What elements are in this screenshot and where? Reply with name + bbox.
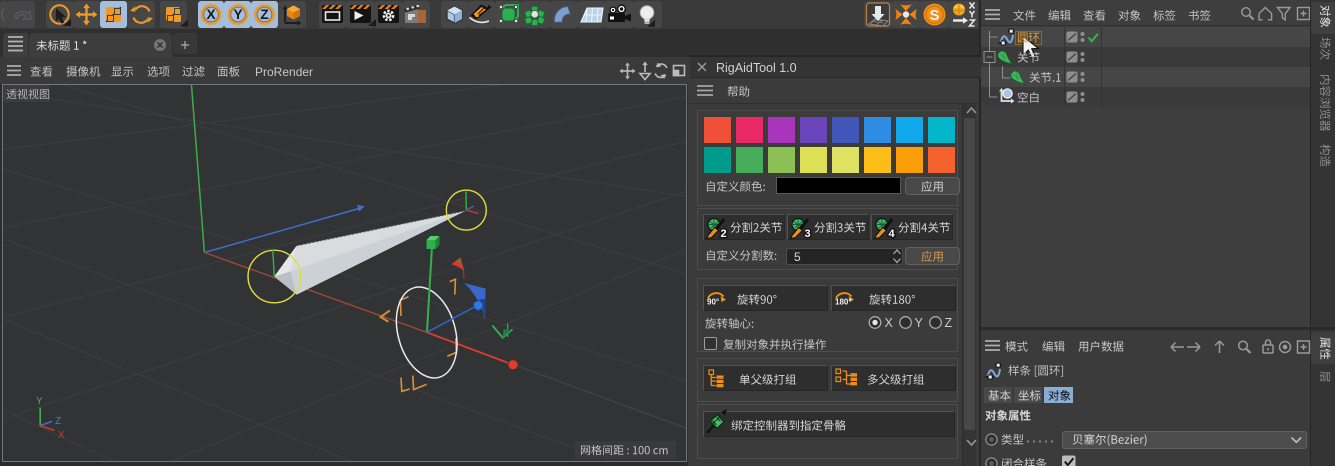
svg-text:X: X [206, 7, 215, 22]
svg-text:Z: Z [945, 316, 953, 330]
svg-text:Y: Y [233, 7, 242, 22]
svg-text:3: 3 [805, 228, 811, 240]
svg-text:90°: 90° [707, 298, 719, 307]
svg-text:180°: 180° [835, 298, 852, 307]
svg-text:Z: Z [55, 416, 61, 427]
svg-text:X: X [58, 430, 65, 441]
svg-text:2: 2 [721, 228, 727, 240]
svg-text:S: S [929, 7, 939, 24]
svg-text:Y: Y [915, 316, 924, 330]
svg-text:X: X [885, 316, 894, 330]
svg-text:Z: Z [260, 7, 268, 22]
svg-text:4: 4 [889, 228, 896, 240]
svg-text:Y: Y [36, 396, 43, 407]
